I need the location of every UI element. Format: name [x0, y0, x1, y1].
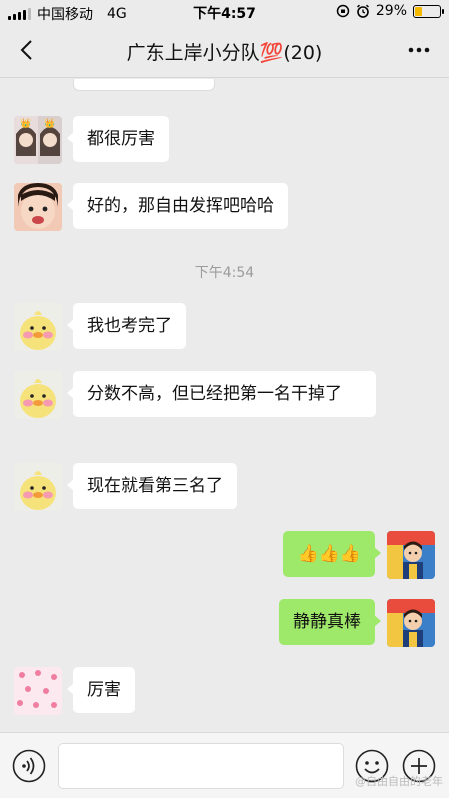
message-list[interactable]: 👑 👑 都很厉害 好的，那自由发挥吧哈哈 下午4:54 我也考完了 分数不高，但… — [0, 79, 449, 732]
svg-text:👑: 👑 — [44, 118, 55, 129]
input-bar: @自由自由的老年 — [0, 732, 449, 798]
time-divider: 下午4:54 — [194, 265, 255, 281]
rotation-lock-icon — [336, 4, 350, 18]
back-arrow-icon[interactable] — [14, 36, 42, 64]
message-bubble[interactable]: 好的，那自由发挥吧哈哈 — [67, 183, 288, 229]
avatar-little-girl[interactable] — [14, 183, 62, 231]
svg-text:👑: 👑 — [20, 118, 31, 129]
avatar-yellow-duck[interactable] — [14, 303, 62, 351]
watermark: @自由自由的老年 — [355, 775, 443, 788]
battery-fill — [415, 6, 422, 16]
voice-input-icon[interactable] — [12, 749, 46, 783]
message-bubble[interactable]: 分数不高，但已经把第一名干掉了 — [67, 371, 376, 417]
avatar-boy[interactable] — [387, 599, 435, 647]
message-bubble[interactable]: 都很厉害 — [67, 116, 169, 162]
avatar-yellow-duck[interactable] — [14, 371, 62, 419]
more-options-icon[interactable] — [403, 36, 435, 64]
avatar-pink-pattern[interactable] — [14, 667, 62, 715]
status-bar: 中国移动 4G 下午4:57 29% — [0, 0, 449, 24]
message-bubble-self[interactable]: 👍👍👍 — [283, 531, 381, 577]
previous-message-bubble — [73, 79, 215, 91]
chat-header: 广东上岸小分队💯(20) — [0, 24, 449, 78]
message-bubble[interactable]: 现在就看第三名了 — [67, 463, 237, 509]
message-bubble[interactable]: 厉害 — [67, 667, 135, 713]
message-bubble[interactable]: 我也考完了 — [67, 303, 186, 349]
battery-percent: 29% — [375, 3, 407, 19]
avatar-yellow-duck[interactable] — [14, 463, 62, 511]
alarm-icon — [356, 4, 369, 18]
status-right: 29% — [336, 3, 444, 19]
avatar-boy[interactable] — [387, 531, 435, 579]
message-bubble-self[interactable]: 静静真棒 — [279, 599, 381, 645]
battery-icon — [413, 4, 444, 18]
group-chat-title: 广东上岸小分队💯(20) — [126, 42, 323, 64]
message-input[interactable] — [58, 743, 344, 789]
avatar-girls-pair[interactable]: 👑 👑 — [14, 116, 62, 164]
